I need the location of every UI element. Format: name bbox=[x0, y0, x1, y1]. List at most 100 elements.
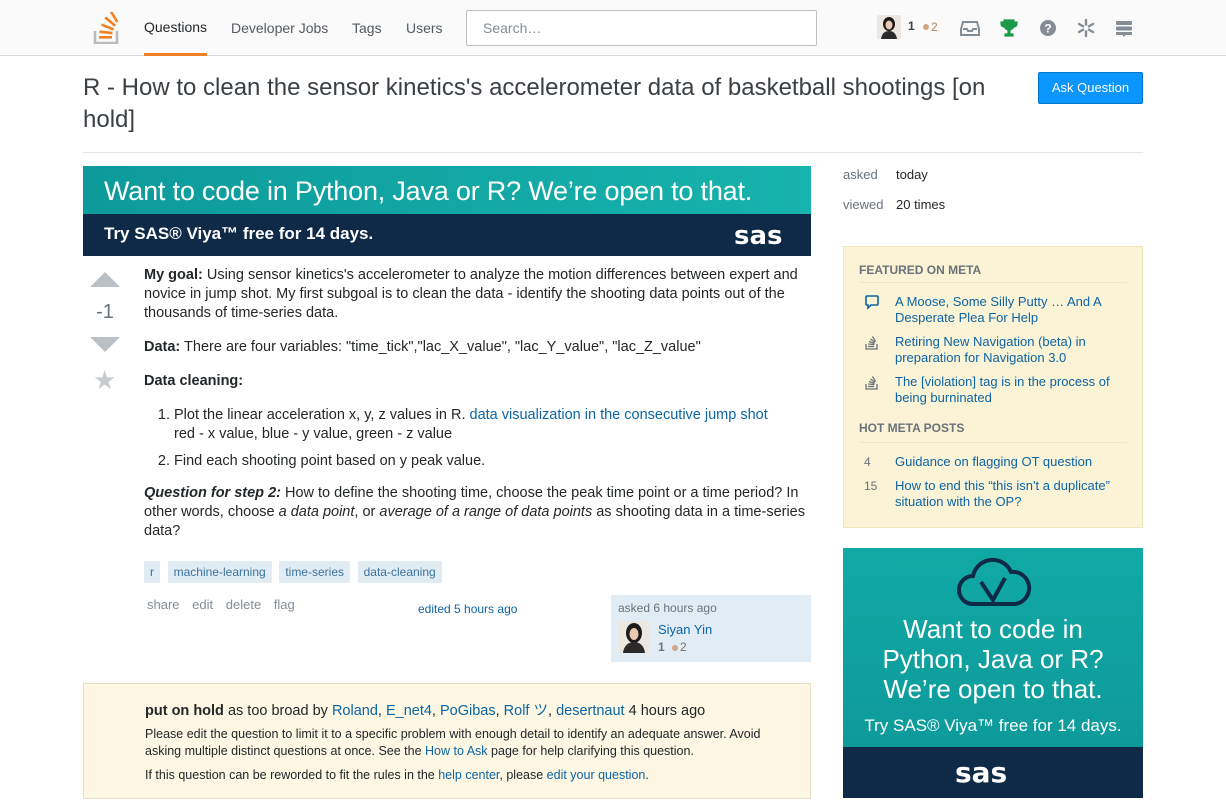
stackoverflow-logo-icon[interactable] bbox=[93, 12, 121, 44]
featured-link-3[interactable]: The [violation] tag is in the process of… bbox=[895, 374, 1125, 406]
edit-your-question-link[interactable]: edit your question bbox=[547, 768, 646, 782]
visualization-link[interactable]: data visualization in the consecutive ju… bbox=[470, 407, 768, 423]
voter-link[interactable]: desertnaut bbox=[556, 703, 625, 719]
ad-tall-subline: Try SAS® Viya™ free for 14 days. bbox=[864, 716, 1122, 735]
steps-list: Plot the linear acceleration x, y, z val… bbox=[174, 406, 806, 471]
nav-developer-jobs[interactable]: Developer Jobs bbox=[231, 0, 328, 56]
delete-link[interactable]: delete bbox=[226, 597, 261, 612]
speech-bubble-icon bbox=[865, 295, 879, 310]
asked-timestamp: asked 6 hours ago bbox=[618, 601, 717, 615]
viewed-label: viewed bbox=[843, 197, 884, 212]
voter-link[interactable]: Rolf ツ bbox=[504, 703, 548, 719]
sas-logo-text: sas bbox=[734, 221, 783, 251]
sas-banner-ad[interactable]: Want to code in Python, Java or R? We’re… bbox=[83, 166, 811, 256]
voter-link[interactable]: Roland bbox=[332, 703, 378, 719]
ad-tall-line-3: We’re open to that. bbox=[883, 674, 1103, 704]
reputation-count[interactable]: 1 bbox=[908, 19, 915, 33]
list-item: Find each shooting point based on y peak… bbox=[174, 452, 806, 471]
step2-text: Find each shooting point based on y peak… bbox=[174, 453, 486, 469]
hot-post-link-1[interactable]: Guidance on flagging OT question bbox=[895, 454, 1125, 470]
sas-logo: sas bbox=[734, 221, 783, 251]
ad-subline: Try SAS® Viya™ free for 14 days. bbox=[104, 224, 374, 243]
achievements-trophy-icon[interactable] bbox=[999, 18, 1019, 38]
hot-post-link-2[interactable]: How to end this “this isn't a duplicate”… bbox=[895, 478, 1125, 510]
featured-link-1[interactable]: A Moose, Some Silly Putty … And A Desper… bbox=[895, 294, 1125, 326]
help-center-link[interactable]: help center bbox=[438, 768, 499, 782]
asked-label: asked bbox=[843, 167, 878, 182]
nav-tags[interactable]: Tags bbox=[352, 0, 382, 56]
data-label: Data: bbox=[144, 339, 181, 355]
voter-link[interactable]: E_net4 bbox=[386, 703, 432, 719]
how-to-ask-link[interactable]: How to Ask bbox=[425, 744, 488, 758]
cleaning-label: Data cleaning: bbox=[144, 373, 244, 389]
data-paragraph: Data: There are four variables: "time_ti… bbox=[144, 338, 806, 357]
on-hold-notice: put on hold as too broad by Roland, E_ne… bbox=[83, 683, 811, 799]
tag-list: r machine-learning time-series data-clea… bbox=[144, 561, 446, 583]
asked-value: today bbox=[896, 167, 928, 182]
owner-avatar[interactable] bbox=[618, 621, 650, 653]
q2-text-2: , or bbox=[354, 504, 380, 520]
viewed-value: 20 times bbox=[896, 197, 946, 212]
site-switcher-icon[interactable] bbox=[1076, 18, 1096, 38]
reword-text-1: If this question can be reworded to fit … bbox=[145, 768, 439, 782]
edit-link[interactable]: edit bbox=[192, 597, 213, 612]
question-title[interactable]: R - How to clean the sensor kinetics's a… bbox=[83, 72, 1023, 136]
cleaning-heading: Data cleaning: bbox=[144, 372, 806, 391]
post-menu: share edit delete flag bbox=[147, 597, 304, 612]
ad-tall-line-2: Python, Java or R? bbox=[882, 644, 1104, 674]
hot-post-count: 15 bbox=[864, 479, 878, 493]
hot-post-count: 4 bbox=[864, 455, 871, 469]
ad-headline: Want to code in Python, Java or R? We’re… bbox=[104, 176, 753, 206]
vote-up-arrow-icon[interactable] bbox=[90, 272, 120, 287]
stackoverflow-small-icon bbox=[865, 336, 878, 350]
owner-name-link[interactable]: Siyan Yin bbox=[658, 622, 712, 637]
sas-sidebar-ad[interactable]: Want to code in Python, Java or R? We’re… bbox=[843, 548, 1143, 798]
owner-bronze-count: 2 bbox=[680, 640, 687, 654]
inbox-icon[interactable] bbox=[960, 18, 980, 38]
ad-tall-headline: Want to code in Python, Java or R? We’re… bbox=[843, 614, 1143, 704]
vote-count: -1 bbox=[96, 301, 114, 323]
list-item: Plot the linear acceleration x, y, z val… bbox=[174, 406, 806, 444]
hot-meta-heading: HOT META POSTS bbox=[859, 421, 965, 435]
step1-text: Plot the linear acceleration x, y, z val… bbox=[174, 407, 470, 423]
tag-machine-learning[interactable]: machine-learning bbox=[167, 561, 272, 583]
ad-tall-line-1: Want to code in bbox=[903, 614, 1083, 644]
search-input[interactable] bbox=[466, 10, 817, 46]
meta-sidebar-box: FEATURED ON META A Moose, Some Silly Put… bbox=[843, 246, 1143, 528]
tag-time-series[interactable]: time-series bbox=[279, 561, 350, 583]
reword-text-2: , please bbox=[499, 768, 547, 782]
share-link[interactable]: share bbox=[147, 597, 180, 612]
hold-time: 4 hours ago bbox=[624, 703, 706, 719]
top-bar: Questions Developer Jobs Tags Users 1 2 … bbox=[0, 0, 1226, 56]
tag-r[interactable]: r bbox=[144, 561, 160, 583]
nav-questions[interactable]: Questions bbox=[144, 0, 208, 56]
hot-meta-divider bbox=[859, 442, 1127, 443]
vote-down-arrow-icon[interactable] bbox=[90, 337, 120, 352]
ask-question-button[interactable]: Ask Question bbox=[1038, 72, 1143, 104]
question-step2-paragraph: Question for step 2: How to define the s… bbox=[144, 484, 806, 541]
nav-users[interactable]: Users bbox=[406, 0, 443, 56]
svg-text:?: ? bbox=[1044, 22, 1051, 36]
goal-label: My goal: bbox=[144, 267, 203, 283]
goal-text: Using sensor kinetics's accelerometer to… bbox=[144, 267, 798, 321]
hold-reword-note: If this question can be reworded to fit … bbox=[145, 768, 649, 782]
stack-exchange-menu-icon[interactable] bbox=[1114, 18, 1134, 38]
owner-signature: asked 6 hours ago Siyan Yin 1 2 bbox=[611, 595, 811, 662]
goal-paragraph: My goal: Using sensor kinetics's acceler… bbox=[144, 266, 806, 323]
featured-divider bbox=[859, 282, 1127, 283]
edited-timestamp-link[interactable]: edited 5 hours ago bbox=[418, 602, 517, 616]
hold-body-2: page for help clarifying this question. bbox=[487, 744, 694, 758]
header-divider bbox=[83, 152, 1143, 153]
bronze-badge-count[interactable]: 2 bbox=[931, 20, 938, 34]
tag-data-cleaning[interactable]: data-cleaning bbox=[357, 561, 442, 583]
flag-link[interactable]: flag bbox=[274, 597, 295, 612]
question-body: My goal: Using sensor kinetics's acceler… bbox=[144, 266, 806, 556]
stackoverflow-small-icon bbox=[865, 376, 878, 390]
help-icon[interactable]: ? bbox=[1038, 18, 1058, 38]
voter-link[interactable]: PoGibas bbox=[440, 703, 496, 719]
hold-reason: as too broad by bbox=[223, 703, 332, 719]
step2-question-label: Question for step 2: bbox=[144, 485, 281, 501]
featured-link-2[interactable]: Retiring New Navigation (beta) in prepar… bbox=[895, 334, 1125, 366]
user-avatar[interactable] bbox=[877, 15, 901, 39]
favorite-star-icon[interactable]: ★ bbox=[93, 367, 116, 393]
